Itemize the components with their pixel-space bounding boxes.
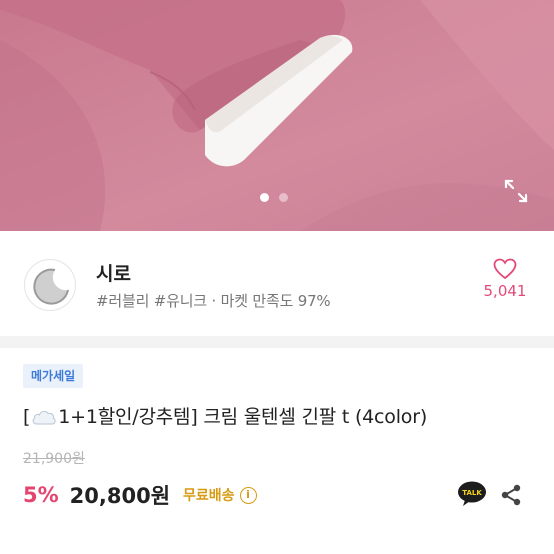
shop-tags: #러블리 #유니크 · 마켓 만족도 97%: [96, 292, 331, 310]
price-row: 5% 20,800원 무료배송 i: [23, 480, 257, 510]
original-price: 21,900원: [23, 451, 85, 467]
discount-rate: 5%: [23, 483, 59, 507]
cloud-icon: [31, 408, 57, 431]
title-bracket: [: [23, 406, 31, 428]
pager-dot-2[interactable]: [279, 193, 288, 202]
like-button[interactable]: 5,041: [480, 258, 530, 300]
product-image[interactable]: [0, 0, 554, 231]
info-icon[interactable]: i: [239, 486, 257, 504]
talk-label: TALK: [462, 489, 482, 497]
product-title: [1+1할인/강추템] 크림 울텐셀 긴팔 t (4color): [23, 402, 427, 431]
image-pager: [260, 193, 288, 202]
like-count: 5,041: [483, 282, 527, 300]
seller-info[interactable]: 시로 #러블리 #유니크 · 마켓 만족도 97% 5,041: [0, 231, 554, 336]
heart-icon: [493, 258, 517, 280]
share-icon[interactable]: [499, 483, 523, 507]
expand-icon[interactable]: [503, 178, 529, 204]
shop-name[interactable]: 시로: [96, 259, 131, 286]
free-shipping-label: 무료배송: [183, 488, 235, 504]
section-divider: [0, 336, 554, 348]
sale-badge: 메가세일: [23, 364, 84, 388]
seller-avatar[interactable]: [24, 259, 76, 311]
kakao-talk-icon[interactable]: TALK: [457, 481, 487, 507]
sale-price: 20,800원: [69, 484, 171, 508]
pager-dot-1[interactable]: [260, 193, 269, 202]
title-text: 1+1할인/강추템] 크림 울텐셀 긴팔 t (4color): [58, 406, 428, 428]
